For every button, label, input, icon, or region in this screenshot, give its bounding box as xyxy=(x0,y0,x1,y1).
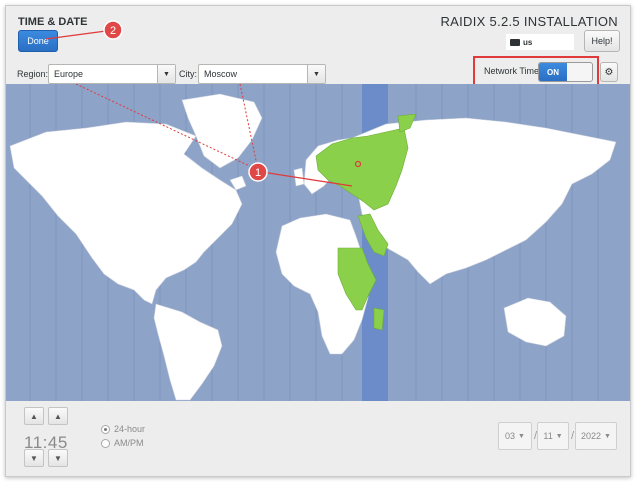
city-value: Moscow xyxy=(204,69,238,79)
chevron-down-icon: ▼ xyxy=(518,432,525,440)
chevron-down-icon: ▼ xyxy=(604,432,611,440)
chevron-down-icon: ▼ xyxy=(307,65,325,83)
month-combo[interactable]: 03 ▼ xyxy=(498,422,532,450)
city-combo[interactable]: Moscow ▼ xyxy=(198,64,326,84)
format-ampm-label: AM/PM xyxy=(114,438,144,448)
hour-down-button[interactable]: ▼ xyxy=(24,449,44,467)
day-value: 11 xyxy=(543,431,553,441)
svg-text:1: 1 xyxy=(255,167,261,179)
format-ampm-radio[interactable] xyxy=(101,438,110,448)
chevron-down-icon: ▼ xyxy=(30,453,38,463)
minute-up-button[interactable]: ▲ xyxy=(48,407,68,425)
chevron-down-icon: ▼ xyxy=(54,453,62,463)
chevron-up-icon: ▲ xyxy=(54,411,62,421)
hour-up-button[interactable]: ▲ xyxy=(24,407,44,425)
chevron-down-icon: ▼ xyxy=(555,432,563,440)
timezone-map[interactable]: 1 xyxy=(6,84,631,401)
time-date-window: TIME & DATE Done RAIDIX 5.2.5 INSTALLATI… xyxy=(5,5,631,477)
callout-marker-2: 2 xyxy=(110,25,116,37)
format-ampm-option[interactable]: AM/PM xyxy=(101,438,144,448)
day-combo[interactable]: 11 ▼ xyxy=(537,422,569,450)
month-value: 03 xyxy=(505,431,516,441)
format-24h-label: 24-hour xyxy=(114,424,146,434)
callout-2-overlay: 2 xyxy=(45,20,123,40)
gear-icon: ⚙ xyxy=(604,66,614,78)
city-label: City: xyxy=(179,69,197,79)
network-time-label: Network Time xyxy=(484,66,540,76)
chevron-up-icon: ▲ xyxy=(30,411,38,421)
date-separator: / xyxy=(571,430,575,442)
chevron-down-icon: ▼ xyxy=(157,65,175,83)
year-combo[interactable]: 2022 ▼ xyxy=(575,422,617,450)
region-combo[interactable]: Europe ▼ xyxy=(48,64,176,84)
callout-marker-1: 1 xyxy=(248,162,268,182)
minute-down-button[interactable]: ▼ xyxy=(48,449,68,467)
region-value: Europe xyxy=(54,69,84,79)
year-value: 2022 xyxy=(581,431,602,441)
region-label: Region: xyxy=(17,69,49,79)
format-24h-option[interactable]: 24-hour xyxy=(101,424,145,434)
format-24h-radio[interactable] xyxy=(101,424,110,434)
